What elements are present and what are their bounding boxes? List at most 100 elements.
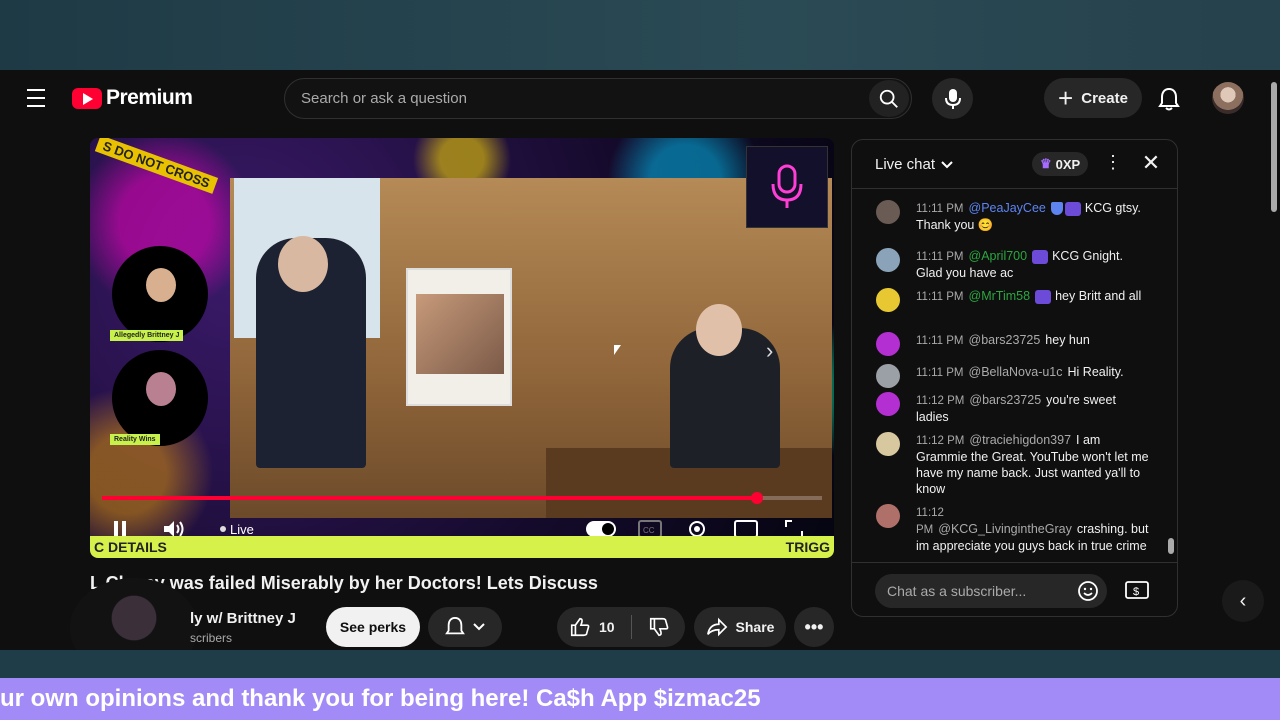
crime-tape-right: TRIGG	[785, 539, 830, 555]
subscription-notifications-button[interactable]	[428, 607, 502, 647]
chat-message-body: 11:11 PM @bars23725 hey hun	[916, 332, 1152, 349]
chat-timestamp: 11:11 PM	[916, 203, 964, 215]
chat-author-name[interactable]: @bars23725	[969, 393, 1041, 407]
page-scrollbar[interactable]	[1268, 70, 1280, 650]
progress-bar[interactable]	[102, 492, 822, 504]
emoji-button[interactable]	[1076, 579, 1100, 603]
svg-text:CC: CC	[643, 526, 655, 535]
chat-author-name[interactable]: @MrTim58	[969, 289, 1031, 303]
page-scroll-thumb[interactable]	[1271, 82, 1277, 212]
chat-message-body: 11:11 PM @MrTim58 hey Britt and all	[916, 288, 1152, 305]
chat-author-avatar[interactable]	[876, 392, 900, 416]
see-perks-button[interactable]: See perks	[326, 607, 420, 647]
like-dislike-group[interactable]: 10	[557, 607, 685, 647]
chat-timestamp: 11:11 PM	[916, 251, 964, 263]
member-badge-icon	[1064, 201, 1081, 216]
chat-author-avatar[interactable]	[876, 504, 900, 528]
collapse-side-button[interactable]: ‹	[1222, 580, 1264, 622]
chat-message-text: hey hun	[1045, 333, 1090, 347]
xp-badge[interactable]: ♛ 0XP	[1032, 152, 1089, 176]
super-chat-button[interactable]: $	[1124, 577, 1150, 603]
chat-author-name[interactable]: @bars23725	[969, 333, 1041, 347]
chat-author-avatar[interactable]	[876, 332, 900, 356]
close-chat-icon[interactable]: ✕	[1139, 150, 1163, 176]
chat-author-avatar[interactable]	[876, 248, 900, 272]
search-button[interactable]	[869, 80, 909, 117]
toggle-switch	[586, 521, 616, 537]
like-icon[interactable]	[569, 616, 591, 638]
see-perks-label: See perks	[339, 619, 407, 635]
chat-message-body: 11:11 PM @PeaJayCee KCG gtsy. Thank you 😊	[916, 200, 1152, 233]
like-divider	[630, 615, 632, 639]
chat-author-avatar[interactable]	[876, 200, 900, 224]
member-badge-icon	[1032, 249, 1049, 264]
host-face	[146, 268, 176, 302]
member-badge-icon	[1035, 289, 1052, 304]
live-label: Live	[230, 521, 254, 537]
chat-input[interactable]: Chat as a subscriber...	[875, 574, 1107, 608]
chat-author-name[interactable]: @BellaNova-u1c	[969, 365, 1063, 379]
logo-text: Premium	[106, 86, 193, 109]
chat-input-area: Chat as a subscriber... $	[852, 562, 1177, 616]
chat-author-avatar[interactable]	[876, 364, 900, 388]
crime-tape-left: C DETAILS	[94, 539, 167, 555]
witness-head	[696, 304, 742, 356]
guest-face	[146, 372, 176, 406]
chat-scrollbar[interactable]	[1168, 190, 1174, 558]
emoji-icon	[1078, 581, 1098, 601]
chat-timestamp: 11:11 PM	[916, 367, 964, 379]
search-input[interactable]: Search or ask a question	[301, 90, 467, 107]
chat-message-body: 11:12 PM @bars23725 you're sweet ladies	[916, 392, 1152, 425]
stream-ticker: ur own opinions and thank you for being …	[0, 678, 1280, 720]
menu-icon[interactable]	[22, 86, 50, 110]
dislike-icon[interactable]	[648, 616, 670, 638]
youtube-play-icon	[72, 87, 102, 109]
crown-icon: ♛	[1040, 156, 1052, 171]
chat-author-avatar[interactable]	[876, 432, 900, 456]
video-player[interactable]: S DO NOT CROSS Allegedly Brittney J Real…	[90, 138, 834, 558]
guest-camera	[112, 350, 208, 446]
create-button[interactable]: + Create	[1044, 78, 1142, 118]
channel-subscribers: scribers	[190, 631, 233, 645]
voice-search-button[interactable]	[932, 78, 973, 119]
video-frame	[230, 178, 832, 518]
evidence-board	[406, 268, 512, 406]
progress-fill	[102, 496, 758, 500]
crime-tape-banner: C DETAILS TRIGG	[90, 536, 834, 558]
share-button[interactable]: Share	[694, 607, 786, 647]
chat-author-name[interactable]: @PeaJayCee	[969, 201, 1046, 215]
more-icon: •••	[804, 616, 824, 637]
live-chat-panel: Live chat ♛ 0XP ⋮ ✕ 11:11 PM @PeaJayCee KCG…	[851, 139, 1178, 617]
search-icon	[879, 89, 898, 108]
chat-author-avatar[interactable]	[876, 288, 900, 312]
chat-timestamp: 11:11 PM	[916, 335, 964, 347]
chat-more-icon[interactable]: ⋮	[1104, 152, 1122, 176]
chat-header: Live chat ♛ 0XP ⋮ ✕	[852, 140, 1177, 189]
chevron-down-icon	[473, 623, 485, 631]
notifications-button[interactable]	[1152, 82, 1186, 116]
bell-icon	[1158, 87, 1180, 111]
chat-message-list[interactable]: 11:11 PM @PeaJayCee KCG gtsy. Thank you 😊 1…	[852, 190, 1167, 562]
stream-overlay-top	[0, 0, 1280, 70]
chat-author-name[interactable]: @KCG_LivingintheGray	[938, 522, 1072, 536]
youtube-premium-logo[interactable]: Premium	[72, 86, 193, 110]
channel-name[interactable]: ly w/ Brittney J	[190, 610, 296, 627]
chat-scroll-thumb[interactable]	[1168, 538, 1174, 554]
svg-text:$: $	[1133, 586, 1139, 598]
chat-author-name[interactable]: @traciehigdon397	[969, 433, 1071, 447]
chat-timestamp: 11:11 PM	[916, 291, 964, 303]
chat-message-body: 11:12 PM @KCG_LivingintheGray crashing. bu…	[916, 504, 1152, 554]
chat-message-body: 11:11 PM @BellaNova-u1c Hi Reality.	[916, 364, 1152, 381]
moderator-badge-icon	[1050, 202, 1063, 216]
chat-mode-selector[interactable]: Live chat	[875, 156, 953, 173]
podcast-mic-icon	[771, 164, 803, 208]
account-avatar[interactable]	[1212, 82, 1244, 114]
more-actions-button[interactable]: •••	[794, 607, 834, 647]
chat-message-text: hey Britt and all	[1055, 289, 1142, 303]
evidence-photo	[416, 294, 504, 374]
chat-author-name[interactable]: @April700	[969, 249, 1028, 263]
chat-timestamp: 11:12 PM	[916, 435, 965, 447]
next-arrow-icon[interactable]: ›	[766, 338, 773, 364]
search-box[interactable]: Search or ask a question	[284, 78, 912, 119]
chat-input-placeholder: Chat as a subscriber...	[887, 583, 1027, 599]
